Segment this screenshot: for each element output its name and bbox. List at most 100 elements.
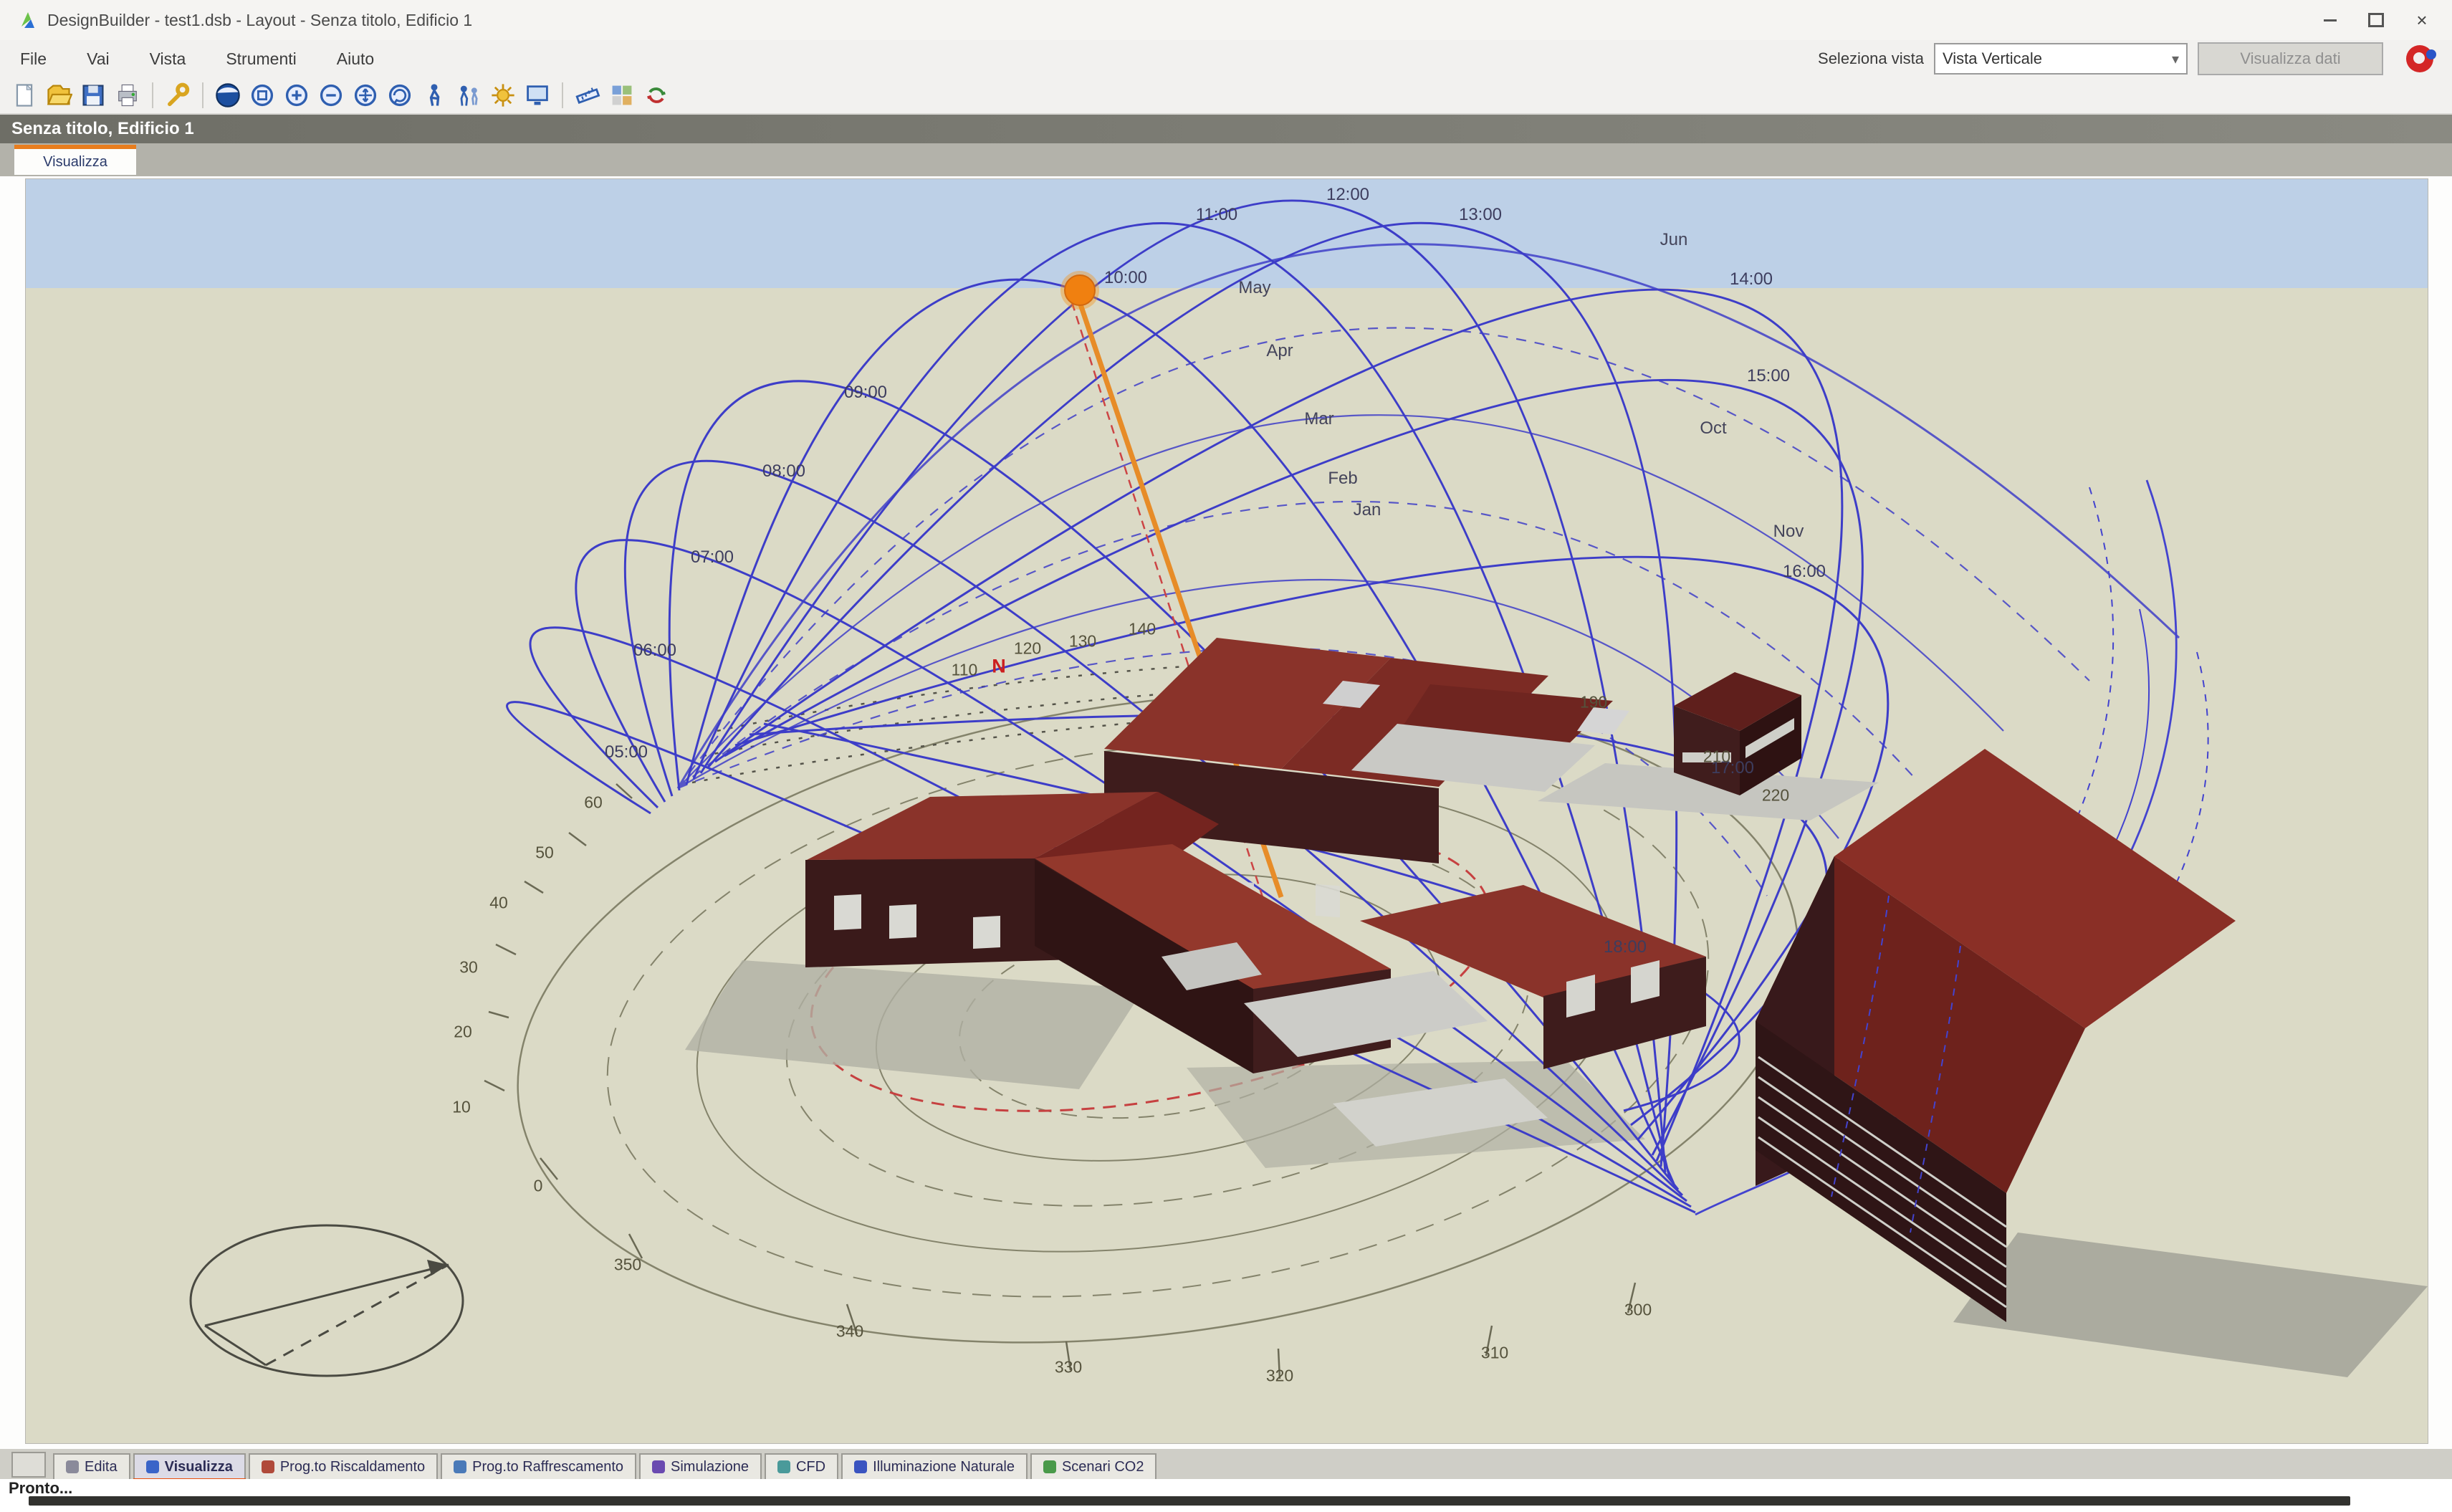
diagram-label-190: 190 <box>1580 693 1607 712</box>
active-object-label: Senza titolo, Edificio 1 <box>11 119 194 139</box>
diagram-label-310: 310 <box>1481 1344 1508 1363</box>
diagram-label-40: 40 <box>489 894 508 913</box>
sun-icon <box>1065 275 1095 305</box>
window-title: DesignBuilder - test1.dsb - Layout - Sen… <box>47 11 472 30</box>
tab-visualizza-top[interactable]: Visualizza <box>14 145 136 175</box>
tab-edita[interactable]: Edita <box>53 1453 130 1479</box>
menu-item-vista[interactable]: Vista <box>130 49 206 69</box>
diagram-label-140: 140 <box>1129 620 1156 639</box>
tab-scroll-button[interactable] <box>11 1452 46 1478</box>
measure-tool-icon[interactable] <box>572 80 603 111</box>
diagram-label-13-00: 13:00 <box>1459 205 1502 225</box>
diagram-label-60: 60 <box>584 793 603 813</box>
diagram-label-320: 320 <box>1266 1367 1293 1386</box>
record-movie-icon[interactable] <box>2406 45 2433 72</box>
designbuilder-window: DesignBuilder - test1.dsb - Layout - Sen… <box>0 0 2452 1512</box>
diagram-label-09-00: 09:00 <box>844 383 887 403</box>
diagram-label-340: 340 <box>836 1322 863 1341</box>
diagram-label-10: 10 <box>452 1098 471 1117</box>
grid-options-icon[interactable] <box>606 80 638 111</box>
tab-label: Prog.to Raffrescamento <box>472 1459 623 1475</box>
diagram-label-300: 300 <box>1624 1301 1652 1320</box>
tab-simulazione[interactable]: Simulazione <box>639 1453 762 1479</box>
co2-icon <box>1043 1460 1056 1473</box>
diagram-label-12-00: 12:00 <box>1326 185 1369 205</box>
view-select-dropdown[interactable]: Vista Verticale ▾ <box>1934 43 2188 75</box>
tab-cfd[interactable]: CFD <box>765 1453 838 1479</box>
tab-label: CFD <box>796 1459 825 1475</box>
maximize-button[interactable] <box>2353 4 2399 37</box>
diagram-label-May: May <box>1238 278 1270 298</box>
zoom-extents-icon[interactable] <box>246 80 278 111</box>
cooling-icon <box>454 1460 466 1473</box>
tab-illuminazione-naturale[interactable]: Illuminazione Naturale <box>841 1453 1028 1479</box>
diagram-label-0: 0 <box>534 1177 543 1196</box>
wrench-tool-icon[interactable] <box>162 80 193 111</box>
view-controls: Seleziona vista Vista Verticale ▾ Visual… <box>1818 40 2433 77</box>
print-icon[interactable] <box>112 80 143 111</box>
menu-item-strumenti[interactable]: Strumenti <box>206 49 316 69</box>
diagram-label-350: 350 <box>614 1255 641 1275</box>
pencil-icon <box>66 1460 79 1473</box>
view-select-value: Vista Verticale <box>1943 49 2042 68</box>
screen-tab-strip: Visualizza <box>0 143 2452 176</box>
menu-item-vai[interactable]: Vai <box>67 49 130 69</box>
diagram-label-05-00: 05:00 <box>605 742 648 762</box>
chart-icon <box>652 1460 665 1473</box>
zoom-out-icon[interactable] <box>315 80 347 111</box>
diagram-label-16-00: 16:00 <box>1783 562 1826 582</box>
tab-scenari-co2[interactable]: Scenari CO2 <box>1030 1453 1157 1479</box>
title-bar: DesignBuilder - test1.dsb - Layout - Sen… <box>0 0 2452 40</box>
tab-prog-to-riscaldamento[interactable]: Prog.to Riscaldamento <box>249 1453 438 1479</box>
diagram-label-14-00: 14:00 <box>1730 269 1773 290</box>
people-view-icon[interactable] <box>453 80 484 111</box>
diagram-label-Apr: Apr <box>1266 341 1293 361</box>
daylight-view-icon[interactable] <box>487 80 519 111</box>
sun-path-scene <box>26 179 2428 1443</box>
diagram-label-Mar: Mar <box>1304 409 1333 429</box>
walkthrough-icon[interactable] <box>418 80 450 111</box>
diagram-label-330: 330 <box>1055 1358 1082 1377</box>
tab-label: Scenari CO2 <box>1062 1459 1144 1475</box>
diagram-label-Jan: Jan <box>1354 500 1381 520</box>
zoom-in-icon[interactable] <box>281 80 312 111</box>
open-folder-icon[interactable] <box>43 80 75 111</box>
close-button[interactable]: × <box>2399 4 2445 37</box>
status-text: Pronto... <box>9 1479 72 1498</box>
tab-visualizza[interactable]: Visualizza <box>133 1453 246 1479</box>
diagram-label-20: 20 <box>454 1023 472 1042</box>
new-file-icon[interactable] <box>9 80 40 111</box>
minimize-button[interactable] <box>2307 4 2353 37</box>
progress-band <box>29 1496 2350 1506</box>
rotate-view-icon[interactable] <box>384 80 416 111</box>
toolbar-separator <box>202 82 203 108</box>
3d-viewport[interactable]: 05:0006:0007:0008:0009:0010:0011:0012:00… <box>26 179 2428 1443</box>
save-icon[interactable] <box>77 80 109 111</box>
diagram-label-120: 120 <box>1014 639 1041 659</box>
diagram-label-210: 210 <box>1703 747 1730 767</box>
display-options-icon[interactable] <box>522 80 553 111</box>
status-bar: Pronto... <box>0 1479 2452 1512</box>
diagram-label-130: 130 <box>1069 632 1096 651</box>
diagram-label-50: 50 <box>535 843 554 863</box>
refresh-view-icon[interactable] <box>641 80 672 111</box>
bottom-tab-bar: Edita Visualizza Prog.to Riscaldamento Prog… <box>0 1449 2452 1479</box>
menu-item-file[interactable]: File <box>0 49 67 69</box>
tab-label: Simulazione <box>671 1459 749 1475</box>
sky <box>26 179 2428 288</box>
pan-view-icon[interactable] <box>350 80 381 111</box>
diagram-label-Nov: Nov <box>1773 522 1804 542</box>
tab-label: Illuminazione Naturale <box>873 1459 1015 1475</box>
orbit-sphere-icon[interactable] <box>212 80 244 111</box>
north-label: N <box>992 656 1006 678</box>
menu-item-aiuto[interactable]: Aiuto <box>317 49 394 69</box>
diagram-label-30: 30 <box>459 958 478 977</box>
tab-prog-to-raffrescamento[interactable]: Prog.to Raffrescamento <box>441 1453 636 1479</box>
diagram-label-Oct: Oct <box>1700 418 1726 439</box>
breadcrumb-header: Senza titolo, Edificio 1 <box>0 115 2452 143</box>
visualise-data-button[interactable]: Visualizza dati <box>2198 42 2383 75</box>
fan-icon <box>777 1460 790 1473</box>
tab-label: Edita <box>85 1459 118 1475</box>
tab-label: Visualizza <box>165 1459 233 1475</box>
diagram-label-Feb: Feb <box>1328 469 1357 489</box>
